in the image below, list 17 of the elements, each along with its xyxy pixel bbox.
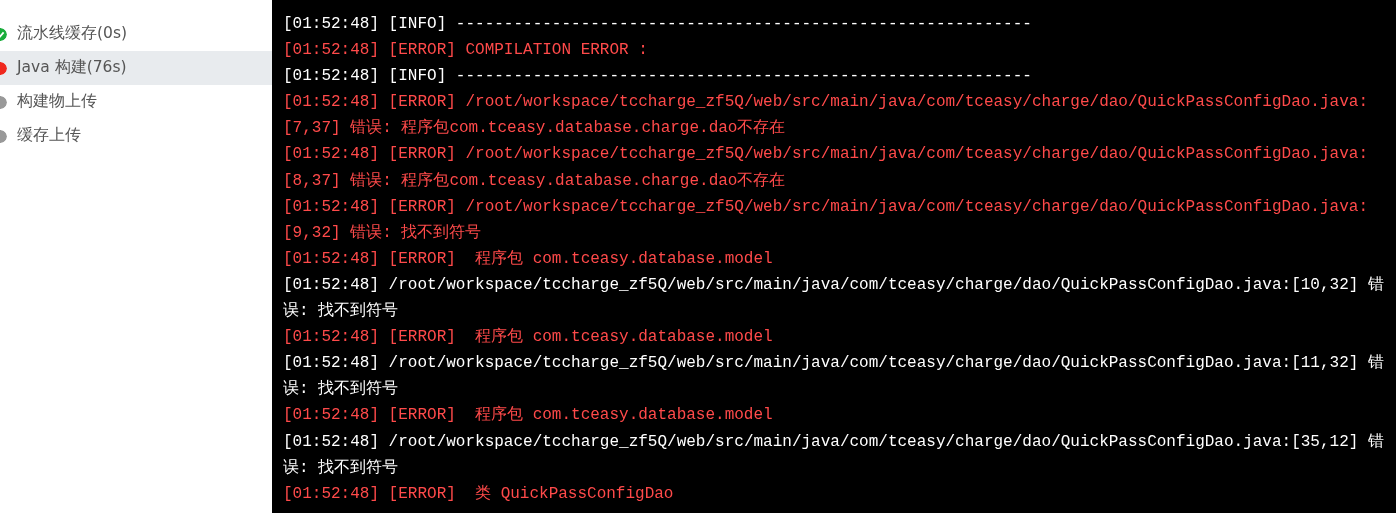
log-line: [01:52:48] /root/workspace/tccharge_zf5Q/web/src/main/java/com/tceasy/charge/dao/QuickPassConfigDao.java:[11,32] 错误: 找不到符号	[283, 353, 1385, 401]
log-line: [01:52:48] [INFO] ------------------------------------------------------------	[283, 14, 1033, 35]
log-line: [01:52:48] [ERROR] COMPILATION ERROR :	[283, 40, 649, 62]
log-line: [01:52:48] [ERROR] /root/workspace/tccharge_zf5Q/web/src/main/java/com/tceasy/charge/dao/QuickPassConfigDao.java:[7,37] 错误: 程序包com.tceasy.database.charge.dao不存在	[283, 92, 1369, 140]
stage-item[interactable]: 流水线缓存(0s)	[0, 17, 272, 51]
log-line: [01:52:48] [ERROR] 程序包 com.tceasy.database.model	[283, 248, 774, 270]
log-line: [01:52:48] [ERROR] 程序包 com.tceasy.database.model	[283, 326, 774, 349]
log-line: [01:52:48] [ERROR] /root/workspace/tccharge_zf5Q/web/src/main/java/com/tceasy/charge/dao/QuickPassConfigDao.java:[8,37] 错误: 程序包com.tceasy.database.charge.dao不存在	[283, 144, 1369, 192]
stage-item[interactable]: 缓存上传	[0, 119, 272, 153]
log-line: [01:52:48] [ERROR] 类 QuickPassConfigDao	[283, 483, 675, 505]
log-line: [01:52:48] [ERROR] /root/workspace/tccharge_zf5Q/web/src/main/java/com/tceasy/charge/dao/QuickPassConfigDao.java:[9,32] 错误: 找不到符号	[283, 196, 1369, 244]
stage-item[interactable]: 构建物上传	[0, 85, 272, 119]
log-line: [01:52:48] [INFO] ------------------------------------------------------------	[283, 66, 1033, 88]
log-line: [01:52:48] [ERROR] 程序包 com.tceasy.database.model	[283, 404, 774, 427]
log-line: [01:52:48] /root/workspace/tccharge_zf5Q/web/src/main/java/com/tceasy/charge/dao/QuickPassConfigDao.java:[10,32] 错误: 找不到符号	[283, 274, 1385, 323]
log-line: [01:52:48] /root/workspace/tccharge_zf5Q/web/src/main/java/com/tceasy/charge/dao/QuickPassConfigDao.java:[35,12] 错误: 找不到符号	[283, 431, 1385, 479]
stage-item[interactable]: Java 构建(76s)	[0, 51, 272, 85]
